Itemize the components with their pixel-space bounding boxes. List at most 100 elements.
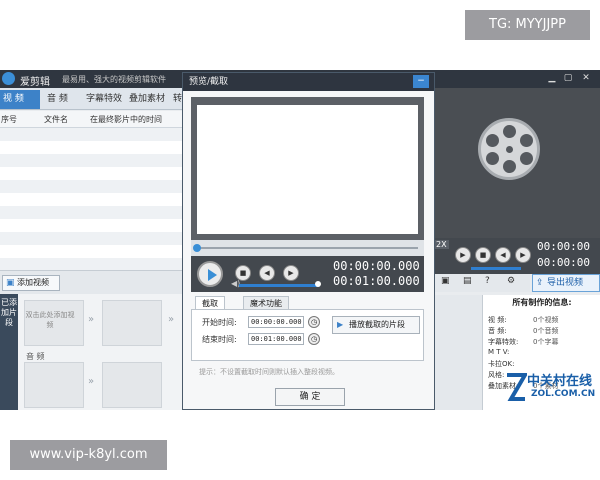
table-row[interactable] bbox=[0, 167, 182, 180]
help-icon[interactable]: ? bbox=[485, 276, 490, 286]
add-video-bar: ▣ 添加视频 bbox=[0, 270, 182, 294]
chevron-right-icon: » bbox=[88, 376, 95, 387]
export-video-button[interactable]: ⇪ 导出视频 bbox=[532, 274, 600, 292]
preview-toolbar: ▣ ▤ ? ⚙ bbox=[435, 274, 530, 292]
table-row[interactable] bbox=[0, 219, 182, 232]
current-time: 00:00:00.000 bbox=[333, 259, 420, 273]
info-value: 0个字幕 bbox=[533, 338, 559, 346]
preview-screen bbox=[191, 97, 424, 240]
watermark-bottom: www.vip-k8yl.com bbox=[10, 440, 167, 470]
minimize-icon[interactable]: ▁ bbox=[546, 73, 558, 84]
info-title: 所有制作的信息: bbox=[512, 298, 572, 307]
watermark-top: TG: MYYJJPP bbox=[465, 10, 590, 40]
export-icon: ⇪ bbox=[536, 278, 544, 288]
player-controls: ■ ◀ ▶ ◀) 00:00:00.000 00:01:00.000 bbox=[191, 256, 424, 292]
col-time: 在最终影片中的时间 bbox=[90, 115, 162, 124]
total-time: 00:01:00.000 bbox=[333, 274, 420, 288]
trim-hint: 提示：不设置截取时间则默认插入整段视频。 bbox=[199, 368, 339, 376]
table-row[interactable] bbox=[0, 154, 182, 167]
volume-handle[interactable] bbox=[315, 281, 321, 287]
add-video-label: 添加视频 bbox=[17, 278, 49, 287]
volume-slider[interactable] bbox=[239, 284, 319, 287]
app-window: 爱剪辑 最易用、强大的视频剪辑软件 ▁ ▢ ✕ 视 频 音 频 字幕特效 叠加素… bbox=[0, 70, 600, 410]
app-title: 爱剪辑 bbox=[20, 77, 50, 88]
tab-magic-functions[interactable]: 魔术功能 bbox=[243, 296, 289, 310]
audio-track-label: 音 频 bbox=[26, 352, 45, 361]
settings-icon[interactable]: ⚙ bbox=[507, 276, 515, 286]
audio-clip-slot[interactable] bbox=[102, 362, 162, 408]
side-tool-strip bbox=[435, 295, 482, 410]
zoom-2x-button[interactable]: 2X bbox=[434, 240, 449, 249]
chevron-right-icon: » bbox=[88, 314, 95, 325]
info-key: M T V: bbox=[488, 348, 510, 356]
tab-overlay-materials[interactable]: 叠加素材 bbox=[126, 90, 168, 109]
info-value: 0个视频 bbox=[533, 316, 559, 324]
col-filename: 文件名 bbox=[44, 115, 68, 124]
main-player-controls: 2X ▶ ■ ◀ ▶ 00:00:00 00:00:00 bbox=[434, 238, 600, 274]
zol-watermark: 中关村在线 ZOL.COM.CN bbox=[505, 368, 600, 408]
dialog-close-button[interactable]: − bbox=[413, 75, 429, 88]
end-time-input[interactable]: 00:01:00.000 bbox=[248, 333, 304, 345]
app-slogan: 最易用、强大的视频剪辑软件 bbox=[62, 75, 166, 84]
dialog-title: 预览/截取 bbox=[183, 73, 434, 91]
file-table-header: 序号 文件名 在最终影片中的时间 bbox=[0, 111, 182, 128]
tab-subtitle-effects[interactable]: 字幕特效 bbox=[83, 90, 125, 109]
stop-icon[interactable]: ■ bbox=[475, 247, 491, 263]
play-button[interactable] bbox=[197, 261, 223, 287]
table-row[interactable] bbox=[0, 232, 182, 245]
trim-panel: 开始时间: 00:00:00.000 ◷ 结束时间: 00:01:00.000 … bbox=[191, 309, 424, 361]
col-index: 序号 bbox=[1, 115, 17, 124]
table-row[interactable] bbox=[0, 193, 182, 206]
play-icon: ▶ bbox=[337, 320, 344, 329]
start-time-input[interactable]: 00:00:00.000 bbox=[248, 316, 304, 328]
preview-trim-dialog: 预览/截取 − ■ ◀ ▶ ◀) 00:00:00.000 00:01:00.0… bbox=[182, 72, 435, 410]
start-time-label: 开始时间: bbox=[202, 318, 237, 327]
next-frame-icon[interactable]: ▶ bbox=[283, 265, 299, 281]
maximize-icon[interactable]: ▢ bbox=[562, 73, 574, 84]
zol-cn-text: 中关村在线 bbox=[527, 374, 593, 389]
volume-slider[interactable] bbox=[471, 267, 521, 270]
table-row[interactable] bbox=[0, 141, 182, 154]
info-key: 视 频: bbox=[488, 316, 507, 324]
tab-audio[interactable]: 音 频 bbox=[44, 90, 71, 109]
table-row[interactable] bbox=[0, 180, 182, 193]
pick-end-time-icon[interactable]: ◷ bbox=[308, 333, 320, 345]
app-logo-icon bbox=[2, 72, 15, 85]
prev-frame-icon[interactable]: ◀ bbox=[259, 265, 275, 281]
add-video-button[interactable]: ▣ 添加视频 bbox=[2, 275, 60, 291]
table-row[interactable] bbox=[0, 245, 182, 258]
tab-trim[interactable]: 截取 bbox=[195, 296, 225, 310]
export-label: 导出视频 bbox=[547, 278, 584, 288]
table-row[interactable] bbox=[0, 128, 182, 141]
chevron-right-icon: » bbox=[168, 314, 175, 325]
prev-frame-icon[interactable]: ◀ bbox=[495, 247, 511, 263]
main-time-total: 00:00:00 bbox=[537, 256, 590, 269]
dialog-subtabs: 截取 魔术功能 bbox=[191, 296, 424, 310]
seek-handle[interactable] bbox=[193, 244, 201, 252]
audio-clip-slot[interactable] bbox=[24, 362, 84, 408]
seek-bar[interactable] bbox=[191, 240, 424, 256]
info-value: 0个音频 bbox=[533, 327, 559, 335]
zol-en-text: ZOL.COM.CN bbox=[531, 389, 596, 399]
film-reel-icon bbox=[478, 118, 540, 180]
save-icon[interactable]: ▣ bbox=[441, 276, 450, 286]
pick-start-time-icon[interactable]: ◷ bbox=[308, 316, 320, 328]
open-icon[interactable]: ▤ bbox=[463, 276, 472, 286]
play-icon[interactable]: ▶ bbox=[455, 247, 471, 263]
info-key: 风格: bbox=[488, 371, 505, 379]
play-segment-label: 播放截取的片段 bbox=[349, 320, 405, 329]
zol-logo-icon bbox=[507, 373, 527, 401]
clip-add-hint: 双击此处添加视频 bbox=[25, 311, 75, 329]
info-key: 字幕特效: bbox=[488, 338, 519, 346]
next-frame-icon[interactable]: ▶ bbox=[515, 247, 531, 263]
added-clips-label: 已添加片段 bbox=[0, 294, 18, 410]
close-icon[interactable]: ✕ bbox=[580, 73, 592, 84]
table-row[interactable] bbox=[0, 206, 182, 219]
tab-video[interactable]: 视 频 bbox=[0, 90, 40, 109]
main-tabs: 视 频 音 频 字幕特效 叠加素材 转 bbox=[0, 88, 182, 110]
add-video-icon: ▣ bbox=[6, 278, 15, 288]
video-clip-slot[interactable] bbox=[102, 300, 162, 346]
ok-button[interactable]: 确 定 bbox=[275, 388, 345, 406]
play-segment-button[interactable]: ▶ 播放截取的片段 bbox=[332, 316, 420, 334]
file-table-body bbox=[0, 128, 182, 271]
